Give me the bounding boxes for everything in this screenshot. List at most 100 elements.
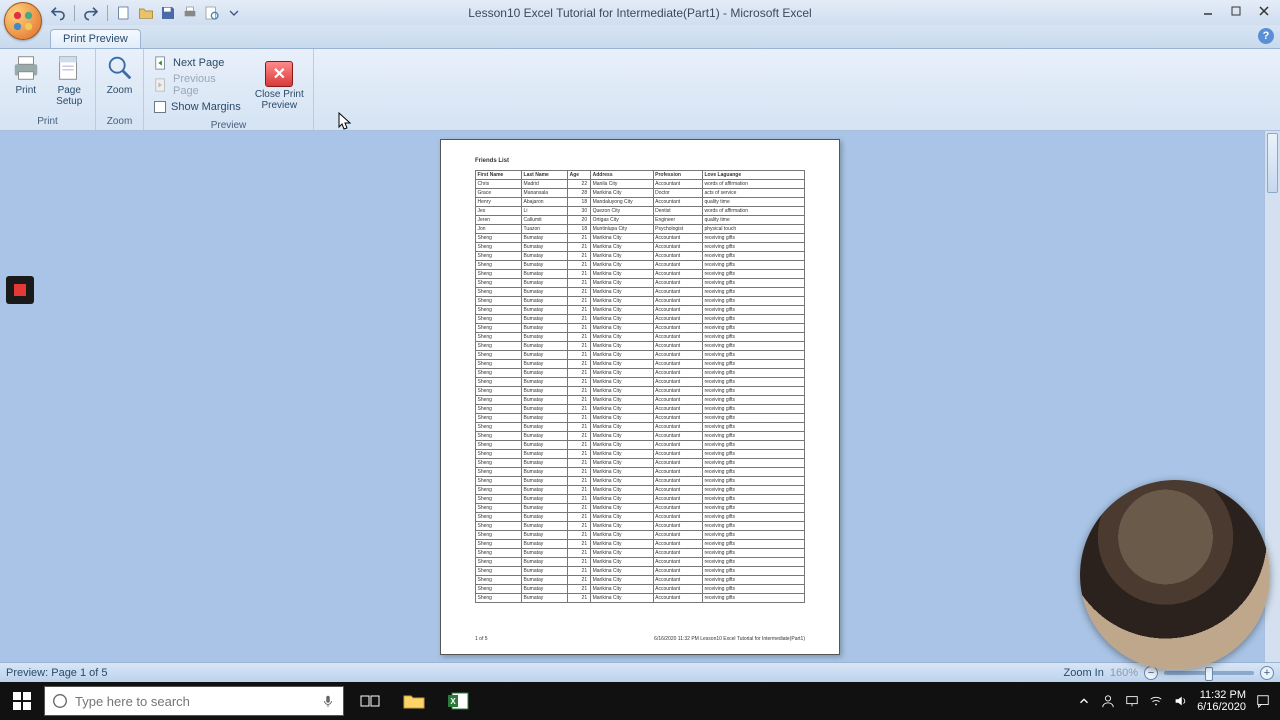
help-button[interactable]: ? <box>1258 28 1274 44</box>
table-row: ShengBumatay21Marikina CityAccountantrec… <box>476 504 805 513</box>
print-group-label: Print <box>0 115 95 128</box>
table-row: ShengBumatay21Marikina CityAccountantrec… <box>476 297 805 306</box>
table-row: ShengBumatay21Marikina CityAccountantrec… <box>476 585 805 594</box>
open-icon[interactable] <box>138 5 154 21</box>
document-title: Friends List <box>475 158 805 164</box>
table-row: ShengBumatay21Marikina CityAccountantrec… <box>476 450 805 459</box>
quick-access-toolbar <box>50 0 242 25</box>
taskbar-search[interactable] <box>44 686 344 716</box>
printpreview-qat-icon[interactable] <box>204 5 220 21</box>
table-row: JerenCallumit20Ortigas CityEngineerquali… <box>476 216 805 225</box>
table-row: ShengBumatay21Marikina CityAccountantrec… <box>476 414 805 423</box>
table-row: ShengBumatay21Marikina CityAccountantrec… <box>476 423 805 432</box>
table-row: ShengBumatay21Marikina CityAccountantrec… <box>476 495 805 504</box>
zoom-in-button[interactable]: + <box>1260 666 1274 680</box>
table-row: ShengBumatay21Marikina CityAccountantrec… <box>476 531 805 540</box>
close-icon: ✕ <box>265 61 293 87</box>
table-row: ShengBumatay21Marikina CityAccountantrec… <box>476 252 805 261</box>
table-row: ShengBumatay21Marikina CityAccountantrec… <box>476 459 805 468</box>
print-label: Print <box>15 85 36 96</box>
system-tray: 11:32 PM 6/16/2020 <box>1077 689 1280 713</box>
maximize-button[interactable] <box>1222 2 1250 20</box>
zoom-group-label: Zoom <box>96 115 143 128</box>
table-row: ChrisMadrid22Manila CityAccountantwords … <box>476 180 805 189</box>
volume-icon[interactable] <box>1173 694 1187 708</box>
undo-icon[interactable] <box>50 5 66 21</box>
redo-icon[interactable] <box>83 5 99 21</box>
table-row: ShengBumatay21Marikina CityAccountantrec… <box>476 594 805 603</box>
network-icon[interactable] <box>1125 694 1139 708</box>
zoom-button[interactable]: Zoom <box>100 51 139 96</box>
page-setup-button[interactable]: Page Setup <box>48 51 92 107</box>
table-row: GraceManansala28Marikina CityDoctoracts … <box>476 189 805 198</box>
file-explorer-taskbar-icon[interactable] <box>392 682 436 720</box>
zoom-in-label[interactable]: Zoom In <box>1064 667 1104 679</box>
preview-page: Friends List First NameLast NameAgeAddre… <box>440 139 840 655</box>
table-row: ShengBumatay21Marikina CityAccountantrec… <box>476 396 805 405</box>
footer-left: 1 of 5 <box>475 636 488 642</box>
quickprint-icon[interactable] <box>182 5 198 21</box>
table-row: ShengBumatay21Marikina CityAccountantrec… <box>476 369 805 378</box>
zoom-pct: 160% <box>1110 667 1138 679</box>
titlebar: Lesson10 Excel Tutorial for Intermediate… <box>0 0 1280 25</box>
status-left: Preview: Page 1 of 5 <box>6 667 108 679</box>
zoom-label: Zoom <box>107 85 133 96</box>
next-page-button[interactable]: Next Page <box>154 53 244 73</box>
page-setup-label: Page Setup <box>56 85 82 107</box>
col-header: Profession <box>653 171 702 180</box>
show-margins-button[interactable]: Show Margins <box>154 97 244 117</box>
webcam-overlay <box>1080 480 1270 670</box>
show-margins-label: Show Margins <box>171 101 241 113</box>
table-row: ShengBumatay21Marikina CityAccountantrec… <box>476 261 805 270</box>
tray-chevron-icon[interactable] <box>1077 694 1091 708</box>
previous-page-label: Previous Page <box>173 73 244 97</box>
start-button[interactable] <box>0 682 44 720</box>
mic-icon[interactable] <box>313 694 343 708</box>
cortana-icon[interactable] <box>45 692 75 710</box>
new-icon[interactable] <box>116 5 132 21</box>
tab-print-preview[interactable]: Print Preview <box>50 29 141 48</box>
excel-taskbar-icon[interactable]: X <box>436 682 480 720</box>
recording-indicator[interactable] <box>6 276 34 304</box>
task-view-button[interactable] <box>348 682 392 720</box>
qat-dropdown-icon[interactable] <box>226 5 242 21</box>
close-button[interactable] <box>1250 2 1278 20</box>
table-row: ShengBumatay21Marikina CityAccountantrec… <box>476 567 805 576</box>
minimize-button[interactable] <box>1194 2 1222 20</box>
table-row: ShengBumatay21Marikina CityAccountantrec… <box>476 486 805 495</box>
statusbar: Preview: Page 1 of 5 Zoom In 160% − + <box>0 662 1280 682</box>
col-header: Love Laguange <box>702 171 804 180</box>
clock-time: 11:32 PM <box>1197 689 1246 701</box>
table-row: ShengBumatay21Marikina CityAccountantrec… <box>476 378 805 387</box>
close-print-preview-button[interactable]: ✕ Close Print Preview <box>250 59 309 111</box>
table-row: ShengBumatay21Marikina CityAccountantrec… <box>476 477 805 486</box>
table-row: ShengBumatay21Marikina CityAccountantrec… <box>476 324 805 333</box>
scrollbar-thumb[interactable] <box>1267 133 1278 193</box>
table-row: JesLi30Quezon CityDentistwords of affirm… <box>476 207 805 216</box>
table-row: ShengBumatay21Marikina CityAccountantrec… <box>476 243 805 252</box>
zoom-slider[interactable] <box>1164 671 1254 675</box>
col-header: First Name <box>476 171 522 180</box>
table-row: ShengBumatay21Marikina CityAccountantrec… <box>476 315 805 324</box>
table-row: ShengBumatay21Marikina CityAccountantrec… <box>476 549 805 558</box>
notifications-icon[interactable] <box>1256 694 1270 708</box>
people-icon[interactable] <box>1101 694 1115 708</box>
wifi-icon[interactable] <box>1149 694 1163 708</box>
table-row: ShengBumatay21Marikina CityAccountantrec… <box>476 432 805 441</box>
table-row: ShengBumatay21Marikina CityAccountantrec… <box>476 288 805 297</box>
table-row: ShengBumatay21Marikina CityAccountantrec… <box>476 270 805 279</box>
show-margins-checkbox[interactable] <box>154 101 166 113</box>
next-page-label: Next Page <box>173 57 224 69</box>
search-input[interactable] <box>75 694 313 709</box>
col-header: Last Name <box>522 171 568 180</box>
office-button[interactable] <box>4 2 42 40</box>
table-row: JonTuazon18Muntinlupa CityPsychologistph… <box>476 225 805 234</box>
table-row: ShengBumatay21Marikina CityAccountantrec… <box>476 279 805 288</box>
save-icon[interactable] <box>160 5 176 21</box>
table-row: ShengBumatay21Marikina CityAccountantrec… <box>476 540 805 549</box>
taskbar-clock[interactable]: 11:32 PM 6/16/2020 <box>1197 689 1246 713</box>
ribbon-tabrow: Print Preview ? <box>0 25 1280 49</box>
footer-right: 6/16/2020 11:32 PM Lesson10 Excel Tutori… <box>654 636 805 642</box>
table-row: ShengBumatay21Marikina CityAccountantrec… <box>476 522 805 531</box>
print-button[interactable]: Print <box>4 51 48 96</box>
